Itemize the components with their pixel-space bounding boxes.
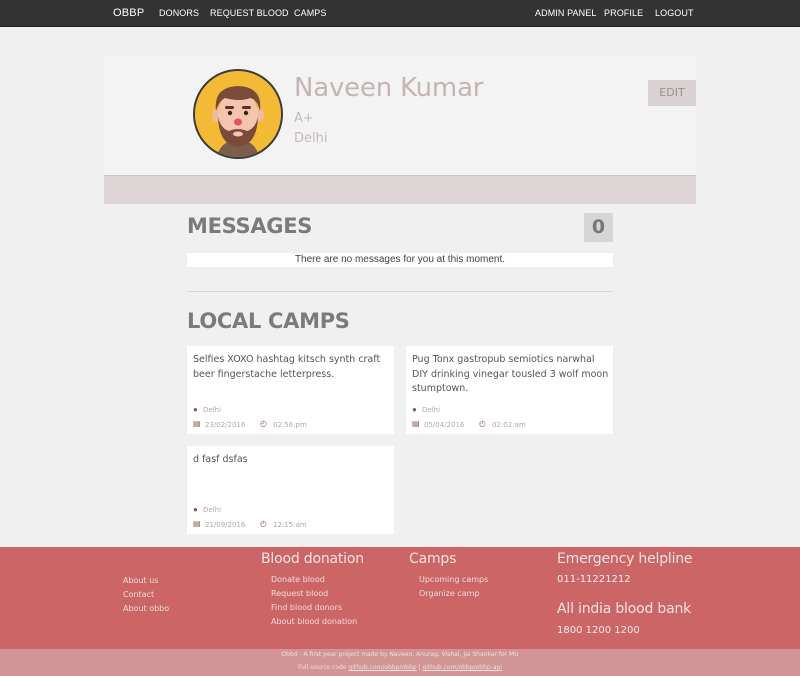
clock-icon: ◴ <box>260 419 267 428</box>
camp-time: 02:02:am <box>492 421 526 429</box>
camp-card[interactable]: Pug Tonx gastropub semiotics narwhal DIY… <box>406 346 613 434</box>
footer-bloodbank-number: 1800 1200 1200 <box>557 625 640 636</box>
footer-donate-blood-link[interactable]: Donate blood <box>271 575 325 584</box>
brand-logo-link[interactable]: OBBP <box>113 0 144 27</box>
bearded-man-avatar-icon <box>195 71 281 157</box>
footer-emergency-heading: Emergency helpline <box>557 551 693 567</box>
source-link-1[interactable]: github.com/obbp/obbp <box>348 664 416 671</box>
profile-card: Naveen Kumar A+ Delhi EDIT <box>104 57 696 175</box>
camp-time: 12:15:am <box>273 521 307 529</box>
messages-count-badge: 0 <box>584 213 613 242</box>
camp-description: d fasf dsfas <box>193 454 248 465</box>
profile-strip <box>104 175 696 204</box>
camp-location: Delhi <box>203 506 222 514</box>
footer-organize-camp-link[interactable]: Organize camp <box>419 589 480 598</box>
clock-icon: ◴ <box>479 419 486 428</box>
footer-request-blood-link[interactable]: Request blood <box>271 589 328 598</box>
footer-find-donors-link[interactable]: Find blood donors <box>271 603 342 612</box>
camp-location: Delhi <box>422 406 441 414</box>
nav-request-blood[interactable]: REQUEST BLOOD <box>210 0 289 27</box>
nav-profile[interactable]: PROFILE <box>604 0 643 27</box>
nav-camps[interactable]: CAMPS <box>294 0 327 27</box>
camp-date: 21/09/2016 <box>205 521 246 529</box>
footer-contact-link[interactable]: Contact <box>123 590 154 599</box>
camp-description: Selfies XOXO hashtag kitsch synth craft … <box>193 354 381 380</box>
camp-time: 02:56:pm <box>273 421 307 429</box>
footer-about-donation-link[interactable]: About blood donation <box>271 617 357 626</box>
messages-empty-notice: There are no messages for you at this mo… <box>187 253 613 267</box>
source-code-line: Full source code github.com/obbp/obbp | … <box>0 664 800 671</box>
map-marker-icon: ● <box>193 405 198 414</box>
avatar <box>193 69 283 159</box>
camp-date: 05/04/2016 <box>424 421 465 429</box>
project-credit: Obbd - A first year project made by Nave… <box>281 651 519 658</box>
top-navbar: OBBP DONORS REQUEST BLOOD CAMPS ADMIN PA… <box>0 0 800 27</box>
source-code-label: Full source code <box>298 664 347 671</box>
nav-admin-panel[interactable]: ADMIN PANEL <box>535 0 596 27</box>
profile-blood-group: A+ <box>294 111 314 126</box>
clock-icon: ◴ <box>260 519 267 528</box>
calendar-icon: ▤ <box>412 419 420 428</box>
local-camps-title: LOCAL CAMPS <box>187 309 350 333</box>
section-divider <box>187 291 613 292</box>
footer-bloodbank-heading: All india blood bank <box>557 601 692 617</box>
footer-upcoming-camps-link[interactable]: Upcoming camps <box>419 575 488 584</box>
map-marker-icon: ● <box>412 405 417 414</box>
profile-city: Delhi <box>294 131 328 146</box>
footer-emergency-number: 011-11221212 <box>557 574 631 585</box>
edit-profile-button[interactable]: EDIT <box>648 80 696 106</box>
camp-card[interactable]: d fasf dsfas ● Delhi ▤ 21/09/2016 ◴ 12:1… <box>187 446 394 534</box>
camp-description: Pug Tonx gastropub semiotics narwhal DIY… <box>412 354 609 394</box>
calendar-icon: ▤ <box>193 419 201 428</box>
footer-about-us-link[interactable]: About us <box>123 576 158 585</box>
footer-camps-heading: Camps <box>409 551 457 567</box>
messages-title: MESSAGES <box>187 214 313 238</box>
nav-logout[interactable]: LOGOUT <box>655 0 694 27</box>
camp-card[interactable]: Selfies XOXO hashtag kitsch synth craft … <box>187 346 394 434</box>
profile-name: Naveen Kumar <box>294 73 484 103</box>
sub-footer: Obbd - A first year project made by Nave… <box>0 649 800 676</box>
calendar-icon: ▤ <box>193 519 201 528</box>
camp-location: Delhi <box>203 406 222 414</box>
map-marker-icon: ● <box>193 505 198 514</box>
source-link-2[interactable]: github.com/obbp/obbp-api <box>422 664 502 671</box>
nav-donors[interactable]: DONORS <box>159 0 199 27</box>
camp-date: 23/02/2016 <box>205 421 246 429</box>
footer-blood-donation-heading: Blood donation <box>261 551 364 567</box>
site-footer: About us Contact About obbo Blood donati… <box>0 547 800 649</box>
footer-about-obbo-link[interactable]: About obbo <box>123 604 169 613</box>
